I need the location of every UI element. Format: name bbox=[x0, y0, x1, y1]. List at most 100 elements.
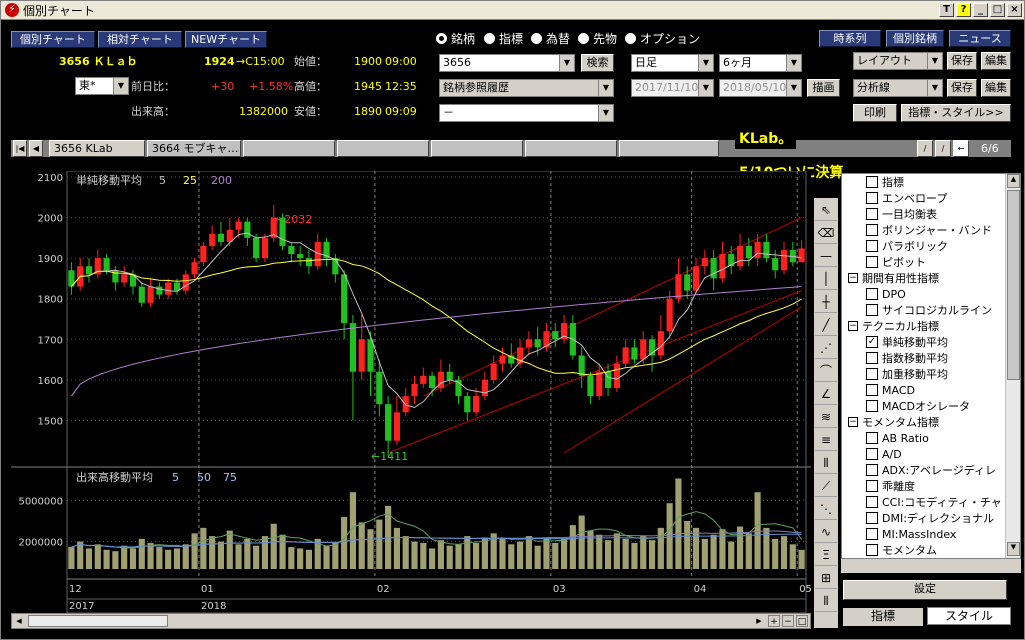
checkbox[interactable] bbox=[866, 256, 878, 268]
chart-hscroll[interactable]: ◀ ▶ + − □ bbox=[11, 613, 811, 629]
layout-save-button[interactable]: 保存 bbox=[947, 52, 977, 70]
radio-index[interactable]: 指標 bbox=[484, 30, 523, 47]
zoom-reset-icon[interactable]: □ bbox=[796, 615, 808, 627]
indicator-group[interactable]: − テクニカル指標 bbox=[842, 318, 1020, 334]
close-button[interactable]: × bbox=[1007, 3, 1022, 17]
chart-area[interactable]: 2100 2000 1900 1800 1700 1600 1500 5000000 2000… bbox=[11, 170, 812, 614]
checkbox[interactable] bbox=[866, 496, 878, 508]
indicator-item[interactable]: DMI:ディレクショナル bbox=[842, 510, 1020, 526]
checkbox[interactable] bbox=[866, 368, 878, 380]
checkbox[interactable] bbox=[866, 464, 878, 476]
tab-3656[interactable]: 3656 KLab bbox=[49, 140, 145, 157]
arc-icon[interactable]: ⌒ bbox=[815, 360, 837, 382]
tab-style[interactable]: スタイル bbox=[927, 607, 1011, 625]
hline-icon[interactable]: — bbox=[815, 245, 837, 267]
checkbox[interactable] bbox=[866, 192, 878, 204]
indicator-item[interactable]: MACD bbox=[842, 382, 1020, 398]
checkbox[interactable] bbox=[866, 512, 878, 524]
radio-futures[interactable]: 先物 bbox=[578, 30, 617, 47]
checkbox[interactable] bbox=[866, 352, 878, 364]
indicator-item[interactable]: 加重移動平均 bbox=[842, 366, 1020, 382]
help-button[interactable]: ? bbox=[956, 3, 971, 17]
indicator-group[interactable]: − 期間有用性指標 bbox=[842, 270, 1020, 286]
hscroll-thumb[interactable] bbox=[28, 615, 168, 627]
panel-scrollbar[interactable]: ▲ ▼ bbox=[1005, 174, 1020, 558]
collapse-icon[interactable]: − bbox=[848, 417, 858, 427]
indicator-item[interactable]: 乖離度 bbox=[842, 478, 1020, 494]
gann-icon[interactable]: ⋱ bbox=[815, 498, 837, 520]
indicator-item[interactable]: A/D bbox=[842, 446, 1020, 462]
trendline-icon[interactable]: ╱ bbox=[815, 314, 837, 336]
range-select[interactable]: 6ヶ月 ▼ bbox=[719, 54, 802, 72]
grid-icon[interactable]: ⦀ bbox=[815, 590, 837, 612]
indicator-item[interactable]: パラボリック bbox=[842, 238, 1020, 254]
view-individual-chart[interactable]: 個別チャート bbox=[11, 31, 95, 48]
print-button[interactable]: 印刷 bbox=[853, 104, 897, 122]
analysis-select[interactable]: 分析線 ▼ bbox=[853, 79, 943, 97]
back-arrow-icon[interactable]: ← bbox=[953, 140, 969, 157]
indicator-item[interactable]: ピボット bbox=[842, 254, 1020, 270]
eraser-icon[interactable]: ⌫ bbox=[815, 222, 837, 244]
indicator-item[interactable]: MACDオシレータ bbox=[842, 398, 1020, 414]
zoom-in-icon[interactable]: + bbox=[768, 615, 780, 627]
scroll-up-icon[interactable]: ▲ bbox=[1007, 174, 1020, 188]
history-select[interactable]: 銘柄参照履歴 ▼ bbox=[439, 79, 614, 97]
fib-icon[interactable]: ≋ bbox=[815, 406, 837, 428]
individual-stock-button[interactable]: 個別銘柄 bbox=[886, 30, 944, 47]
checkbox[interactable] bbox=[866, 480, 878, 492]
fan-icon[interactable]: ⋰ bbox=[815, 337, 837, 359]
market-select[interactable]: 東* ▼ bbox=[75, 77, 129, 95]
indicator-item[interactable]: 指標 bbox=[842, 174, 1020, 190]
tab-empty-7[interactable] bbox=[619, 140, 719, 157]
tab-empty-6[interactable] bbox=[525, 140, 617, 157]
indicator-item[interactable]: サイコロジカルライン bbox=[842, 302, 1020, 318]
checkbox[interactable] bbox=[866, 400, 878, 412]
font-button[interactable]: T bbox=[939, 3, 954, 17]
ray-icon[interactable]: ⟋ bbox=[815, 475, 837, 497]
checkbox[interactable] bbox=[866, 224, 878, 236]
maximize-button[interactable]: □ bbox=[990, 3, 1005, 17]
search-button[interactable]: 検索 bbox=[581, 54, 614, 72]
prev-tab-icon[interactable]: ◀ bbox=[29, 140, 43, 157]
settings-button[interactable]: 設定 bbox=[843, 580, 1007, 600]
channel-icon[interactable]: ≡ bbox=[815, 429, 837, 451]
code-input[interactable]: 3656 ▼ bbox=[439, 54, 575, 72]
pointer-icon[interactable]: ⇖ bbox=[815, 199, 837, 221]
indicator-item[interactable]: 指数移動平均 bbox=[842, 350, 1020, 366]
draw-button[interactable]: 描画 bbox=[807, 79, 840, 97]
scroll-right-icon[interactable]: ▶ bbox=[752, 614, 766, 628]
indicator-group[interactable]: − モメンタム指標 bbox=[842, 414, 1020, 430]
scroll-down-icon[interactable]: ▼ bbox=[1007, 542, 1020, 556]
tab-3664[interactable]: 3664 モブキャ… bbox=[147, 140, 241, 157]
interval-select[interactable]: 日足 ▼ bbox=[631, 54, 714, 72]
radio-stock[interactable]: 銘柄 bbox=[436, 30, 475, 47]
checkbox[interactable] bbox=[866, 448, 878, 460]
timeseries-button[interactable]: 時系列 bbox=[819, 30, 881, 47]
pin2-icon[interactable]: ∕ bbox=[935, 140, 951, 157]
collapse-icon[interactable]: − bbox=[848, 321, 858, 331]
indicator-item[interactable]: ADX:アベレージディレ bbox=[842, 462, 1020, 478]
collapse-icon[interactable]: − bbox=[848, 273, 858, 283]
view-new-chart[interactable]: NEWチャート bbox=[185, 31, 267, 48]
radio-fx[interactable]: 為替 bbox=[531, 30, 570, 47]
tab-indicator[interactable]: 指標 bbox=[843, 608, 923, 626]
checkbox[interactable] bbox=[866, 528, 878, 540]
bars-icon[interactable]: ⦀ bbox=[815, 452, 837, 474]
checkbox[interactable] bbox=[866, 384, 878, 396]
indicator-item[interactable]: AB Ratio bbox=[842, 430, 1020, 446]
indicator-item[interactable]: ✓ 単純移動平均 bbox=[842, 334, 1020, 350]
tab-empty-5[interactable] bbox=[431, 140, 523, 157]
view-relative-chart[interactable]: 相対チャート bbox=[98, 31, 182, 48]
layout-edit-button[interactable]: 編集 bbox=[981, 52, 1011, 70]
analysis-save-button[interactable]: 保存 bbox=[947, 79, 977, 97]
indicator-item[interactable]: ボリンジャー・バンド bbox=[842, 222, 1020, 238]
scroll-left-icon[interactable]: ◀ bbox=[12, 614, 26, 628]
to-date[interactable]: 2018/05/10 ▼ bbox=[719, 79, 802, 97]
checkbox[interactable] bbox=[866, 208, 878, 220]
text-icon[interactable]: Ξ bbox=[815, 544, 837, 566]
indicator-item[interactable]: CCI:コモディティ・チャ bbox=[842, 494, 1020, 510]
minimize-button[interactable]: _ bbox=[973, 3, 988, 17]
news-button[interactable]: ニュース bbox=[949, 30, 1011, 47]
tab-empty-4[interactable] bbox=[337, 140, 429, 157]
sub-select[interactable]: － ▼ bbox=[439, 104, 614, 122]
